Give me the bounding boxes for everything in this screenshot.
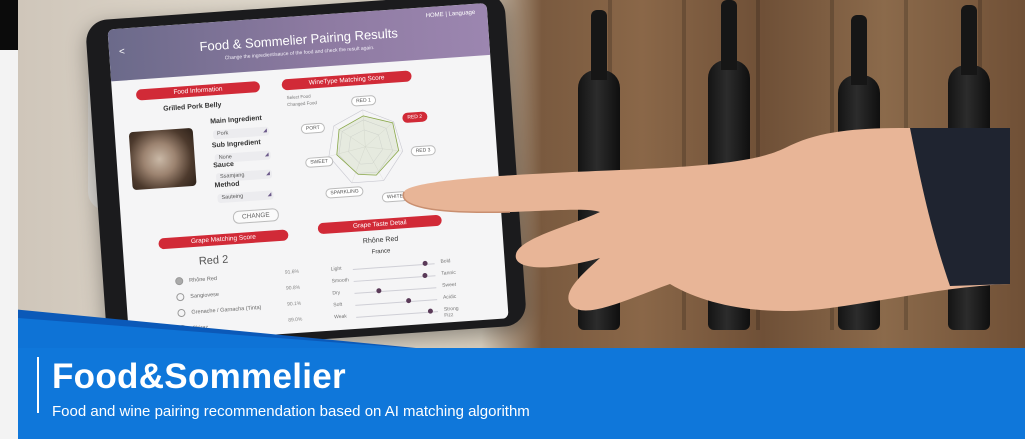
grape-option[interactable]: Sangiovese 90.8% [176,285,300,303]
grape-option-score: 90.8% [285,284,301,292]
top-nav: HOME | Language [426,10,476,19]
method-select[interactable]: Sauteing [217,190,274,204]
nav-home-link[interactable]: HOME [426,12,444,19]
grape-option-score: 90.1% [286,300,302,308]
grape-option-label: Sangiovese [190,291,220,300]
taste-region: France [371,248,391,256]
food-information-header: Food Information [135,81,261,101]
grape-matching-header: Grape Matching Score [158,229,289,250]
taste-left-label: Light [330,265,342,273]
grape-matching-result: Red 2 [198,253,229,268]
grape-option[interactable]: Rhône Red 91.6% [174,269,299,287]
nav-language-link[interactable]: Language [448,10,475,18]
taste-slider-row: Light Bold [330,258,451,277]
radar-label-sparkling: SPARKLING [325,186,364,199]
grape-option-score: 89.0% [288,316,303,324]
radar-label-sweet: SWEET [304,156,334,169]
banner-accent-line [37,357,39,413]
taste-left-label: Dry [332,289,341,297]
main-ingredient-label: Main Ingredient [209,114,263,126]
sauce-label: Sauce [213,161,235,170]
grape-option-score: 91.6% [284,268,300,276]
taste-left-label: Soft [333,301,343,309]
winetype-score-header: WineType Matching Score [281,70,412,91]
banner-subtitle: Food and wine pairing recommendation bas… [52,403,530,420]
change-button[interactable]: CHANGE [232,208,280,225]
food-photo [128,127,197,191]
taste-slider-row: Smooth Tannic [331,270,456,288]
method-label: Method [214,180,240,190]
taste-left-label: Smooth [331,277,350,285]
legend-changed-food: Changed Food [287,100,318,108]
banner-title: Food&Sommelier [52,357,346,396]
corner-black-block [0,0,18,50]
taste-knob [376,288,382,294]
taste-slider-row: Soft Acidic [333,294,456,313]
grape-option-label: Grenache / Garnacha (Tinta) [191,304,262,316]
grape-option-label: Rhône Red [189,275,218,284]
sub-ingredient-label: Sub Ingredient [211,139,262,150]
nav-separator: | [445,11,448,18]
sauce-select[interactable]: Ssamjang [215,169,273,183]
taste-left-label: Weak [333,313,348,321]
dish-name: Grilled Pork Belly [162,101,222,113]
taste-slider-row: Weak Strong Fizz [333,306,459,325]
radar-label-red1: RED 1 [350,94,377,107]
radar-label-port: PORT [300,122,326,135]
grape-option[interactable]: Grenache / Garnacha (Tinta) 90.1% [177,301,301,319]
main-ingredient-select[interactable]: Pork [212,126,270,140]
legend-select-food: Select Food [286,93,311,101]
pointing-hand-image [402,128,1010,311]
video-frame: HOME | Language < Food & Sommelier Pairi… [0,0,1025,439]
app-header: HOME | Language < Food & Sommelier Pairi… [107,2,491,82]
taste-slider-row: Dry Sweet [332,282,456,301]
